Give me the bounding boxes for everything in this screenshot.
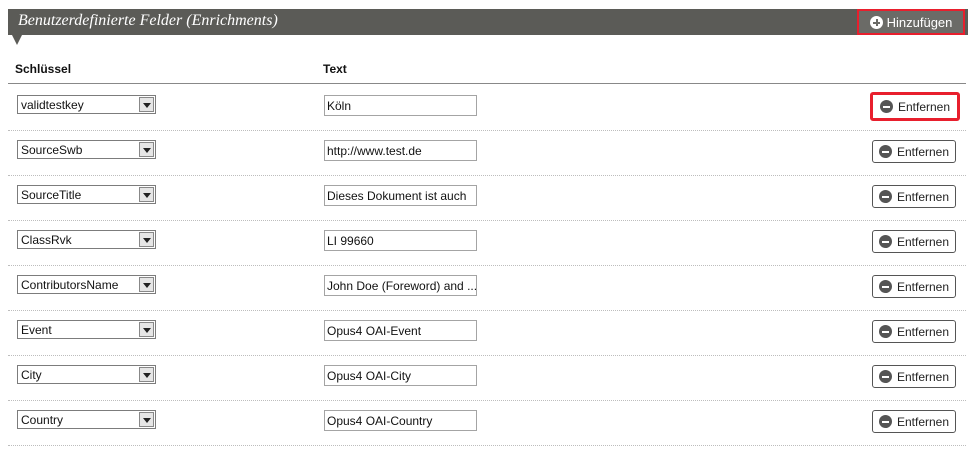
minus-circle-icon [878, 145, 892, 158]
text-field[interactable]: Opus4 OAI-City [324, 365, 477, 386]
header-notch [12, 35, 22, 45]
key-select[interactable]: ClassRvk [17, 230, 156, 249]
text-field[interactable]: http://www.test.de [324, 140, 477, 161]
key-select-value: Event [21, 323, 52, 337]
enrichment-row: Country Opus4 OAI-Country Entfernen [8, 400, 966, 446]
key-select-value: ClassRvk [21, 233, 72, 247]
minus-circle-icon [878, 370, 892, 383]
enrichment-row: SourceTitle Dieses Dokument ist auch Entfe… [8, 175, 966, 221]
chevron-down-icon[interactable] [139, 367, 154, 382]
remove-button-label: Entfernen [896, 279, 950, 294]
enrichment-row: SourceSwb http://www.test.de Entfernen [8, 130, 966, 176]
key-select[interactable]: City [17, 365, 156, 384]
enrichment-row: Event Opus4 OAI-Event Entfernen [8, 310, 966, 356]
chevron-down-icon[interactable] [139, 322, 154, 337]
remove-button-label: Entfernen [896, 369, 950, 384]
remove-button[interactable]: Entfernen [872, 365, 956, 388]
remove-button-label: Entfernen [896, 189, 950, 204]
minus-circle-icon [878, 280, 892, 293]
text-field[interactable]: Opus4 OAI-Event [324, 320, 477, 341]
enrichment-row: validtestkey Köln Entfernen [8, 85, 966, 131]
remove-button[interactable]: Entfernen [872, 320, 956, 343]
plus-circle-icon [869, 15, 883, 29]
remove-button[interactable]: Entfernen [872, 185, 956, 208]
remove-button[interactable]: Entfernen [872, 140, 956, 163]
enrichment-row: ContributorsName John Doe (Foreword) and … [8, 265, 966, 311]
minus-circle-icon [879, 100, 893, 113]
enrichment-row: City Opus4 OAI-City Entfernen [8, 355, 966, 401]
minus-circle-icon [878, 190, 892, 203]
remove-button-label: Entfernen [896, 144, 950, 159]
key-select-value: Country [21, 413, 64, 427]
key-select[interactable]: Country [17, 410, 156, 429]
add-button-label: Hinzufügen [886, 14, 953, 30]
key-select[interactable]: SourceSwb [17, 140, 156, 159]
key-select[interactable]: validtestkey [17, 95, 156, 114]
remove-button-label: Entfernen [896, 324, 950, 339]
key-select-value: validtestkey [21, 98, 84, 112]
section-header: Benutzerdefinierte Felder (Enrichments) [8, 9, 968, 35]
remove-button-label: Entfernen [896, 234, 950, 249]
text-field[interactable]: LI 99660 [324, 230, 477, 251]
remove-button[interactable]: Entfernen [872, 230, 956, 253]
enrichment-row: ClassRvk LI 99660 Entfernen [8, 220, 966, 266]
header-divider [8, 83, 966, 84]
key-select-value: SourceTitle [21, 188, 82, 202]
chevron-down-icon[interactable] [139, 187, 154, 202]
remove-button-label: Entfernen [897, 99, 951, 114]
chevron-down-icon[interactable] [139, 412, 154, 427]
text-field[interactable]: Dieses Dokument ist auch [324, 185, 477, 206]
key-select[interactable]: Event [17, 320, 156, 339]
column-header-text: Text [323, 62, 347, 76]
remove-button[interactable]: Entfernen [872, 275, 956, 298]
remove-button[interactable]: Entfernen [872, 410, 956, 433]
text-field[interactable]: Opus4 OAI-Country [324, 410, 477, 431]
key-select[interactable]: ContributorsName [17, 275, 156, 294]
chevron-down-icon[interactable] [139, 232, 154, 247]
text-field[interactable]: Köln [324, 95, 477, 116]
remove-button[interactable]: Entfernen [870, 92, 960, 121]
key-select-value: ContributorsName [21, 278, 119, 292]
key-select-value: City [21, 368, 42, 382]
chevron-down-icon[interactable] [139, 97, 154, 112]
add-button[interactable]: Hinzufügen [857, 9, 965, 35]
key-select-value: SourceSwb [21, 143, 83, 157]
chevron-down-icon[interactable] [139, 142, 154, 157]
minus-circle-icon [878, 235, 892, 248]
remove-button-label: Entfernen [896, 414, 950, 429]
minus-circle-icon [878, 415, 892, 428]
minus-circle-icon [878, 325, 892, 338]
chevron-down-icon[interactable] [139, 277, 154, 292]
key-select[interactable]: SourceTitle [17, 185, 156, 204]
text-field[interactable]: John Doe (Foreword) and ... [324, 275, 477, 296]
column-header-key: Schlüssel [15, 62, 72, 76]
section-title: Benutzerdefinierte Felder (Enrichments) [18, 12, 278, 29]
